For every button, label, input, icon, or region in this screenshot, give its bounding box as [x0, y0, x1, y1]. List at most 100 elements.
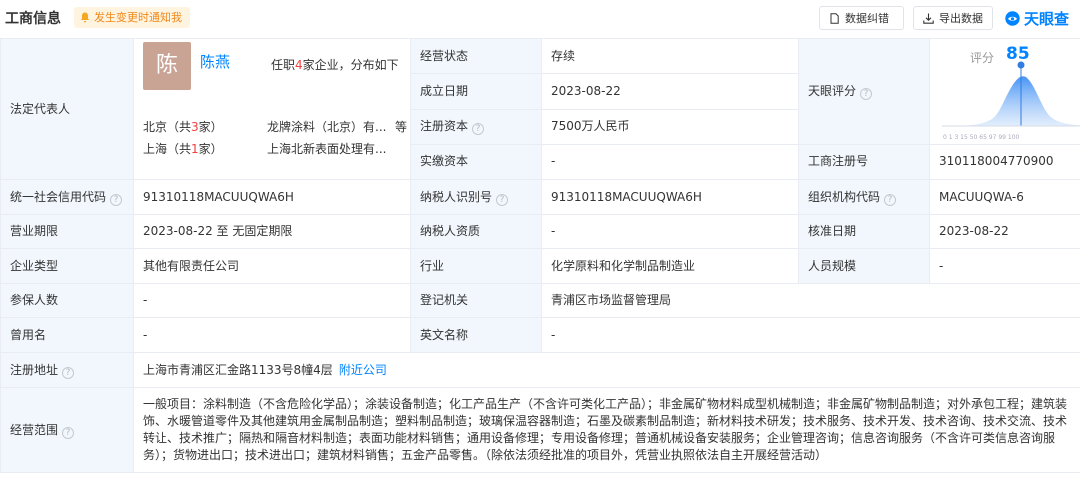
- help-icon[interactable]: ?: [472, 123, 485, 136]
- staff-size-label-cell: 人员规模: [798, 248, 930, 284]
- taxpayer-id-value-cell: 91310118MACUUQWA6H: [541, 179, 799, 215]
- reg-no-label: 工商注册号: [808, 154, 869, 169]
- founded-value-cell: 2023-08-22: [541, 73, 799, 110]
- credit-code-label-cell: 统一社会信用代码?: [0, 179, 134, 215]
- insured-label-cell: 参保人数: [0, 283, 134, 318]
- scope-value: 一般项目：涂料制造（不含危险化学品）；涂装设备制造；化工产品生产（不含许可类化工…: [143, 397, 1068, 462]
- industry-label-cell: 行业: [410, 248, 542, 284]
- term-value: 2023-08-22 至 无固定期限: [143, 224, 293, 238]
- business-info-table: 法定代表人 陈 陈燕 任职4家企业，分布如下 北京（共3家） 龙牌涂料（北京）有…: [0, 37, 1080, 473]
- legal-rep-name[interactable]: 陈燕: [200, 54, 230, 71]
- nearby-companies-link[interactable]: 附近公司: [339, 363, 387, 377]
- legal-rep-label-cell: 法定代表人: [0, 38, 134, 180]
- summary-prefix: 任职: [271, 58, 296, 72]
- reg-capital-label-cell: 注册资本?: [410, 108, 542, 145]
- company-count: 4: [295, 58, 303, 72]
- help-icon[interactable]: ?: [496, 193, 509, 206]
- industry-label: 行业: [420, 258, 445, 273]
- tianyancha-logo[interactable]: 天眼查: [1004, 6, 1069, 30]
- term-label-cell: 营业期限: [0, 214, 134, 249]
- score-chart[interactable]: 评分 85 0 1 3 15 50 65 97 99 100: [930, 39, 1080, 144]
- address-value-cell: 上海市青浦区汇金路1133号8幢4层 附近公司: [133, 352, 1080, 388]
- address-value: 上海市青浦区汇金路1133号8幢4层: [143, 362, 333, 377]
- help-icon[interactable]: ?: [884, 193, 897, 206]
- legal-rep-summary[interactable]: 任职4家企业，分布如下: [271, 57, 399, 74]
- section-header: 工商信息 发生变更时通知我 数据纠错 导出数据 天眼查: [0, 0, 1080, 36]
- score-title: 评分: [970, 51, 995, 65]
- english-name-value: -: [551, 327, 556, 342]
- paid-capital-label-cell: 实缴资本: [410, 143, 542, 181]
- distribution-city[interactable]: 上海（共1家）: [143, 141, 223, 158]
- term-value-cell: 2023-08-22 至 无固定期限: [133, 214, 411, 249]
- former-name-value-cell: -: [133, 317, 411, 353]
- data-feedback-button[interactable]: 数据纠错: [819, 6, 904, 30]
- taxpayer-id-value: 91310118MACUUQWA6H: [551, 189, 702, 204]
- insured-label: 参保人数: [10, 293, 59, 307]
- reg-capital-value: 7500万人民币: [551, 119, 630, 134]
- approval-date-label-cell: 核准日期: [798, 214, 930, 249]
- help-icon[interactable]: ?: [110, 193, 123, 206]
- company-type-label: 企业类型: [10, 258, 59, 273]
- bell-icon: [80, 12, 90, 23]
- distribution-company[interactable]: 上海北新表面处理有...: [267, 141, 395, 158]
- former-name-label-cell: 曾用名: [0, 317, 134, 353]
- authority-label-cell: 登记机关: [410, 283, 542, 318]
- paid-capital-value: -: [551, 154, 556, 169]
- former-name-value: -: [143, 327, 148, 342]
- reg-capital-value-cell: 7500万人民币: [541, 108, 799, 145]
- export-data-label: 导出数据: [939, 12, 983, 25]
- legal-rep-block: 陈 陈燕 任职4家企业，分布如下 北京（共3家） 龙牌涂料（北京）有... 等 …: [143, 39, 407, 179]
- english-name-label-cell: 英文名称: [410, 317, 542, 353]
- logo-text: 天眼查: [1024, 9, 1070, 28]
- authority-value-cell: 青浦区市场监督管理局: [541, 283, 1080, 318]
- city-count: 3: [191, 120, 199, 134]
- notify-change-button[interactable]: 发生变更时通知我: [74, 7, 190, 28]
- staff-size-label: 人员规模: [808, 258, 857, 273]
- export-data-button[interactable]: 导出数据: [913, 6, 993, 30]
- help-icon[interactable]: ?: [62, 426, 75, 439]
- download-icon: [923, 13, 934, 24]
- status-label: 经营状态: [420, 48, 469, 63]
- document-icon: [830, 12, 839, 24]
- score-label: 天眼评分: [808, 83, 857, 98]
- insured-value: -: [143, 293, 148, 307]
- credit-code-value: 91310118MACUUQWA6H: [143, 189, 294, 204]
- reg-no-label-cell: 工商注册号: [798, 143, 930, 181]
- scope-label-cell: 经营范围?: [0, 387, 134, 473]
- reg-no-value-cell: 310118004770900: [929, 143, 1080, 181]
- credit-code-label: 统一社会信用代码: [10, 189, 107, 204]
- help-icon[interactable]: ?: [860, 87, 873, 100]
- avatar[interactable]: 陈: [143, 42, 191, 90]
- distribution-company[interactable]: 龙牌涂料（北京）有...: [267, 119, 395, 136]
- authority-value: 青浦区市场监督管理局: [551, 293, 672, 307]
- approval-date-label: 核准日期: [808, 224, 857, 238]
- staff-size-value: -: [939, 258, 944, 273]
- industry-value: 化学原料和化学制品制造业: [551, 258, 696, 273]
- org-code-label: 组织机构代码: [808, 189, 881, 204]
- score-cell: 评分 85 0 1 3 15 50 65 97 99 100: [929, 38, 1080, 145]
- credit-code-value-cell: 91310118MACUUQWA6H: [133, 179, 411, 215]
- taxpayer-id-label: 纳税人识别号: [420, 189, 493, 204]
- former-name-label: 曾用名: [10, 327, 47, 342]
- help-icon[interactable]: ?: [62, 366, 75, 379]
- score-label-cell: 天眼评分?: [798, 38, 930, 145]
- term-label: 营业期限: [10, 224, 59, 238]
- reg-no-value: 310118004770900: [939, 154, 1054, 169]
- scope-value-cell: 一般项目：涂料制造（不含危险化学品）；涂装设备制造；化工产品生产（不含许可类化工…: [133, 387, 1080, 473]
- city-count: 1: [191, 142, 199, 156]
- distribution-more: 等: [395, 120, 408, 134]
- authority-label: 登记机关: [420, 293, 469, 307]
- scope-label: 经营范围: [10, 422, 59, 437]
- taxpayer-id-label-cell: 纳税人识别号?: [410, 179, 542, 215]
- address-label-cell: 注册地址?: [0, 352, 134, 388]
- city-text: 北京（共: [143, 120, 192, 134]
- status-value-cell: 存续: [541, 37, 799, 75]
- city-suffix: 家）: [198, 142, 223, 156]
- distribution-city[interactable]: 北京（共3家）: [143, 119, 223, 136]
- logo-eye-icon: [1005, 10, 1020, 26]
- legal-rep-label: 法定代表人: [10, 101, 71, 116]
- summary-suffix: 家企业，分布如下: [302, 58, 399, 72]
- paid-capital-value-cell: -: [541, 143, 799, 181]
- status-value: 存续: [551, 48, 576, 63]
- company-type-value-cell: 其他有限责任公司: [133, 248, 411, 284]
